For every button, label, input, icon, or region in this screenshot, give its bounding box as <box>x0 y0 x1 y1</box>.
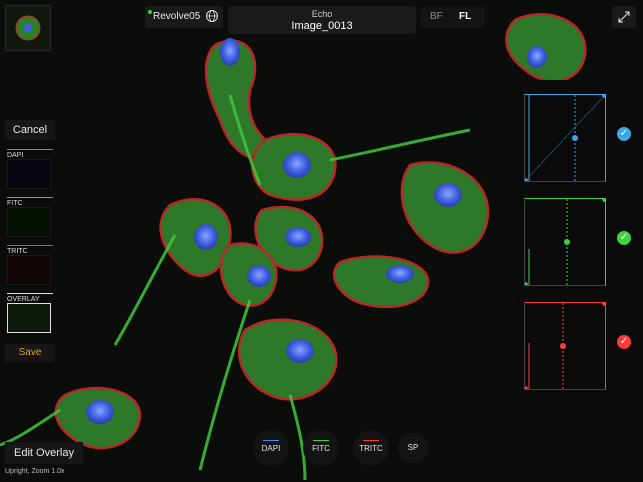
expand-arrows-icon <box>612 11 636 32</box>
channel-fitc[interactable]: FITC <box>7 197 53 237</box>
channel-thumbnail <box>7 159 51 189</box>
channel-label: FITC <box>7 200 23 207</box>
histogram-dapi-plot <box>522 92 608 184</box>
save-button[interactable]: Save <box>5 344 55 362</box>
image-name: Image_0013 <box>291 20 353 32</box>
channel-label: DAPI <box>7 152 24 159</box>
status-text: Upright, Zoom 1.0x <box>5 468 65 475</box>
channel-color-bar <box>7 149 53 150</box>
device-selector[interactable]: Revolve05 <box>145 6 223 28</box>
channel-color-line <box>313 440 329 441</box>
sp-button[interactable]: SP <box>398 433 428 463</box>
imaging-mode-toggle[interactable]: BF FL <box>421 6 485 28</box>
edit-overlay-button[interactable]: Edit Overlay <box>5 442 83 464</box>
globe-icon <box>205 9 219 26</box>
check-icon[interactable]: ✓ <box>617 127 631 141</box>
histogram-fitc-plot <box>522 196 608 288</box>
channel-color-line <box>363 440 379 441</box>
mode-fl-button[interactable]: FL <box>459 11 471 22</box>
thumbnail-preview <box>15 15 41 41</box>
histogram-tritc-plot <box>522 300 608 392</box>
tritc-channel-button[interactable]: TRITC <box>353 430 389 466</box>
check-icon[interactable]: ✓ <box>617 335 631 349</box>
channel-color-bar <box>7 245 53 246</box>
channel-button-label: TRITC <box>359 444 383 453</box>
channel-color-bar <box>7 293 53 294</box>
channel-label: OVERLAY <box>7 296 40 303</box>
app-name: Echo <box>311 9 333 19</box>
fitc-channel-button[interactable]: FITC <box>303 430 339 466</box>
expand-button[interactable] <box>612 6 636 28</box>
channel-button-label: SP <box>407 443 419 452</box>
cancel-button[interactable]: Cancel <box>5 120 55 140</box>
channel-button-label: DAPI <box>261 444 281 453</box>
histogram-dapi[interactable] <box>522 92 608 184</box>
dapi-channel-button[interactable]: DAPI <box>253 430 289 466</box>
thumbnail-image[interactable] <box>5 5 51 51</box>
channel-panel: Cancel DAPI FITC TRITC OVERLAY Save <box>5 118 55 363</box>
histogram-panel: ✓ ✓ ✓ <box>516 80 638 400</box>
connection-status-dot <box>148 10 152 14</box>
channel-button-label: FITC <box>312 444 330 453</box>
channel-thumbnail <box>7 207 51 237</box>
histogram-fitc[interactable] <box>522 196 608 288</box>
check-icon[interactable]: ✓ <box>617 231 631 245</box>
channel-color-bar <box>7 197 53 198</box>
channel-overlay[interactable]: OVERLAY <box>7 293 53 333</box>
channel-color-line <box>263 440 279 441</box>
channel-label: TRITC <box>7 248 28 255</box>
histogram-tritc[interactable] <box>522 300 608 392</box>
channel-dapi[interactable]: DAPI <box>7 149 53 189</box>
mode-bf-button[interactable]: BF <box>430 11 443 22</box>
image-title: Echo Image_0013 <box>228 6 416 34</box>
device-name: Revolve05 <box>153 11 201 22</box>
channel-thumbnail <box>7 303 51 333</box>
channel-thumbnail <box>7 255 51 285</box>
channel-tritc[interactable]: TRITC <box>7 245 53 285</box>
